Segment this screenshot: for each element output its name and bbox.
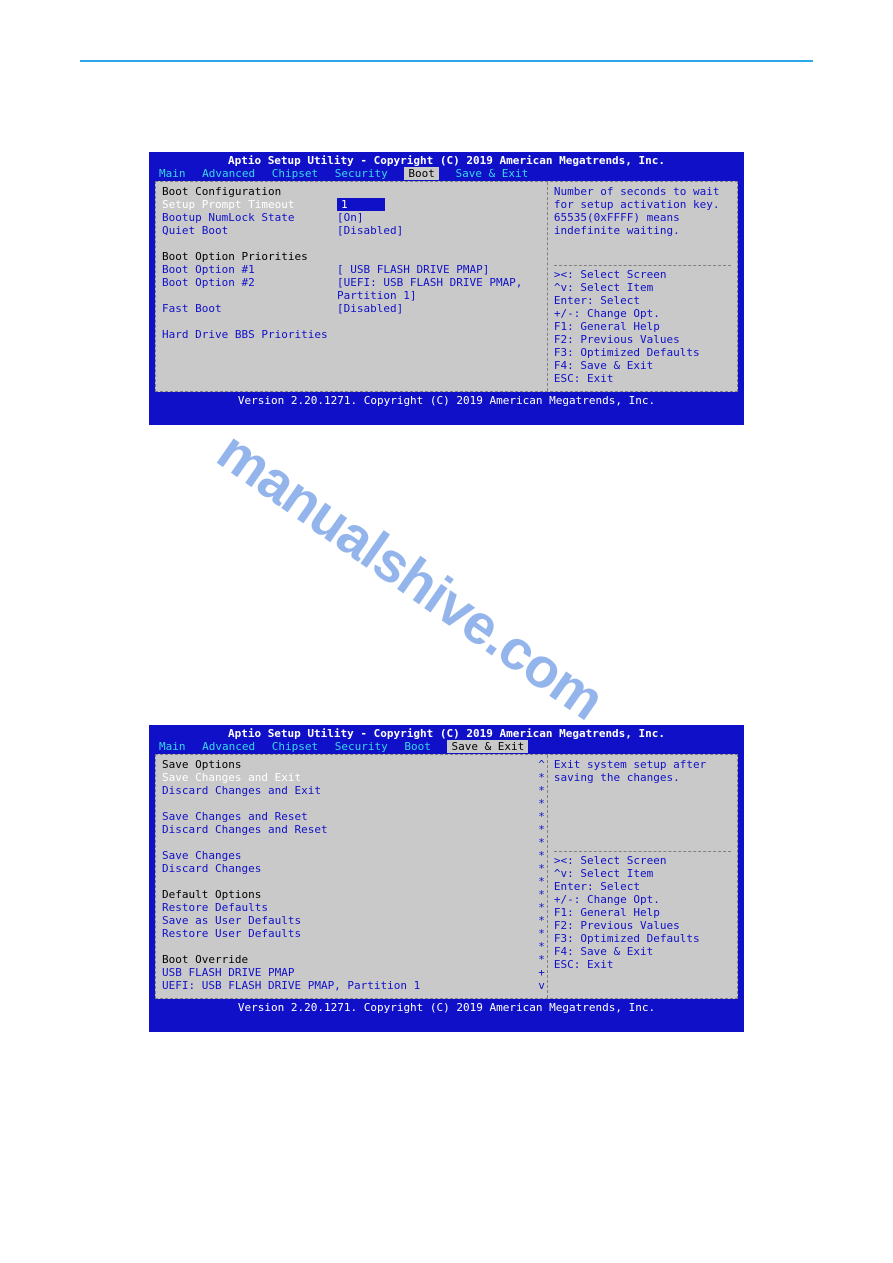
help-f3-2: F3: Optimized Defaults — [554, 932, 731, 945]
help-enter-2: Enter: Select — [554, 880, 731, 893]
help-select-item: ^v: Select Item — [554, 281, 731, 294]
bios-save-exit-screenshot: Aptio Setup Utility - Copyright (C) 2019… — [149, 725, 744, 1032]
discard-changes[interactable]: Discard Changes — [162, 862, 541, 875]
bootup-numlock-value[interactable]: [On] — [337, 211, 364, 224]
help-esc: ESC: Exit — [554, 372, 731, 385]
help-select-screen: ><: Select Screen — [554, 268, 731, 281]
menu-chipset[interactable]: Chipset — [272, 167, 318, 180]
boot-configuration-header: Boot Configuration — [162, 185, 541, 198]
help-change-opt-2: +/-: Change Opt. — [554, 893, 731, 906]
menu-security[interactable]: Security — [335, 167, 388, 180]
help-f4: F4: Save & Exit — [554, 359, 731, 372]
boot-override-1[interactable]: USB FLASH DRIVE PMAP — [162, 966, 541, 979]
help-select-screen-2: ><: Select Screen — [554, 854, 731, 867]
hard-drive-bbs-priorities[interactable]: Hard Drive BBS Priorities — [162, 328, 541, 341]
boot-override-header: Boot Override — [162, 953, 541, 966]
menu-save-exit[interactable]: Save & Exit — [455, 167, 528, 180]
menu-security-2[interactable]: Security — [335, 740, 388, 753]
boot-option-priorities-header: Boot Option Priorities — [162, 250, 541, 263]
discard-changes-and-reset[interactable]: Discard Changes and Reset — [162, 823, 541, 836]
default-options-header: Default Options — [162, 888, 541, 901]
bios-title: Aptio Setup Utility - Copyright (C) 2019… — [149, 152, 744, 167]
save-changes-and-reset[interactable]: Save Changes and Reset — [162, 810, 541, 823]
save-options-header: Save Options — [162, 758, 541, 771]
save-changes[interactable]: Save Changes — [162, 849, 541, 862]
bios-footer: Version 2.20.1271. Copyright (C) 2019 Am… — [149, 392, 744, 409]
quiet-boot-value[interactable]: [Disabled] — [337, 224, 403, 237]
help-f2-2: F2: Previous Values — [554, 919, 731, 932]
menu-chipset-2[interactable]: Chipset — [272, 740, 318, 753]
setup-prompt-timeout-value[interactable]: 1 — [337, 198, 385, 211]
menu-bar: Main Advanced Chipset Security Boot Save… — [149, 167, 744, 181]
menu-boot-2[interactable]: Boot — [404, 740, 431, 753]
fast-boot-label[interactable]: Fast Boot — [162, 302, 337, 315]
menu-main[interactable]: Main — [159, 167, 186, 180]
boot-option-1-label[interactable]: Boot Option #1 — [162, 263, 337, 276]
menu-advanced-2[interactable]: Advanced — [202, 740, 255, 753]
fast-boot-value[interactable]: [Disabled] — [337, 302, 403, 315]
boot-option-1-value[interactable]: [ USB FLASH DRIVE PMAP] — [337, 263, 489, 276]
boot-option-2-value[interactable]: [UEFI: USB FLASH DRIVE PMAP, Partition 1… — [337, 276, 541, 302]
bios-boot-screenshot: Aptio Setup Utility - Copyright (C) 2019… — [149, 152, 744, 425]
help-esc-2: ESC: Exit — [554, 958, 731, 971]
ab-tag-2: AB — [725, 1035, 738, 1048]
setup-prompt-timeout-label[interactable]: Setup Prompt Timeout — [162, 198, 337, 211]
help-select-item-2: ^v: Select Item — [554, 867, 731, 880]
save-help-text: Exit system setup after saving the chang… — [554, 758, 731, 784]
watermark-text: manualshive.com — [206, 418, 616, 732]
menu-main-2[interactable]: Main — [159, 740, 186, 753]
help-f1: F1: General Help — [554, 320, 731, 333]
save-as-user-defaults[interactable]: Save as User Defaults — [162, 914, 541, 927]
help-enter: Enter: Select — [554, 294, 731, 307]
save-changes-and-exit[interactable]: Save Changes and Exit — [162, 771, 541, 784]
bios-footer-2: Version 2.20.1271. Copyright (C) 2019 Am… — [149, 999, 744, 1016]
menu-advanced[interactable]: Advanced — [202, 167, 255, 180]
help-f2: F2: Previous Values — [554, 333, 731, 346]
restore-user-defaults[interactable]: Restore User Defaults — [162, 927, 541, 940]
bios-title-2: Aptio Setup Utility - Copyright (C) 2019… — [149, 725, 744, 740]
bootup-numlock-label[interactable]: Bootup NumLock State — [162, 211, 337, 224]
menu-boot-selected[interactable]: Boot — [404, 167, 439, 180]
boot-override-2[interactable]: UEFI: USB FLASH DRIVE PMAP, Partition 1 — [162, 979, 541, 992]
boot-help-text: Number of seconds to wait for setup acti… — [554, 185, 731, 237]
help-f4-2: F4: Save & Exit — [554, 945, 731, 958]
menu-bar-2: Main Advanced Chipset Security Boot Save… — [149, 740, 744, 754]
page-divider — [80, 60, 813, 62]
help-f3: F3: Optimized Defaults — [554, 346, 731, 359]
menu-save-exit-selected[interactable]: Save & Exit — [447, 740, 528, 753]
quiet-boot-label[interactable]: Quiet Boot — [162, 224, 337, 237]
scroll-indicator: ^ * * * * * * * * * * * * * * * + — [538, 758, 545, 992]
discard-changes-and-exit[interactable]: Discard Changes and Exit — [162, 784, 541, 797]
help-f1-2: F1: General Help — [554, 906, 731, 919]
restore-defaults[interactable]: Restore Defaults — [162, 901, 541, 914]
boot-option-2-label[interactable]: Boot Option #2 — [162, 276, 337, 302]
help-change-opt: +/-: Change Opt. — [554, 307, 731, 320]
